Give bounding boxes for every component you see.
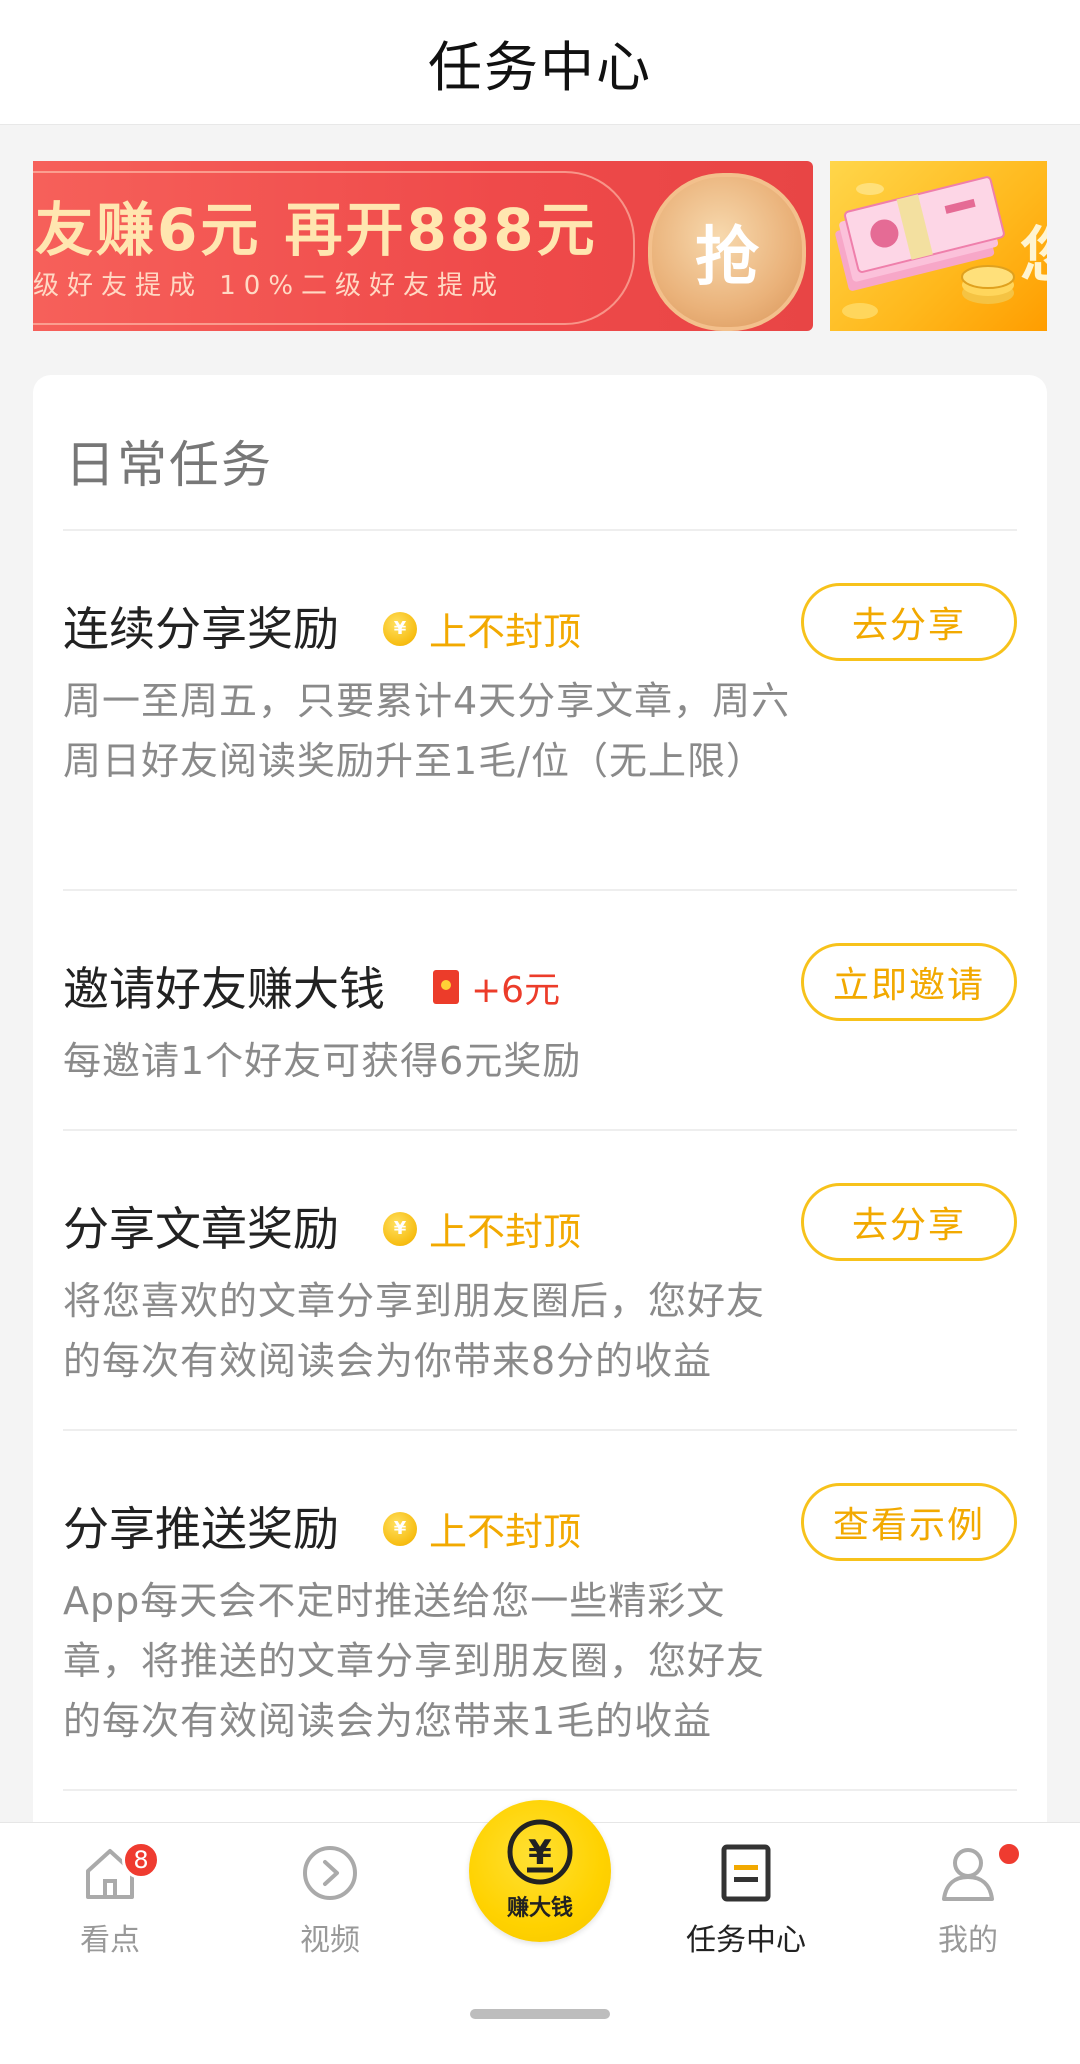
notification-badge: 8	[122, 1841, 160, 1879]
coin-icon: ¥	[383, 1511, 417, 1546]
svg-text:¥: ¥	[528, 1833, 552, 1873]
earn-money-label: 赚大钱	[506, 1896, 573, 1921]
banner-title: 友赚6元 再开888元	[35, 196, 598, 264]
tab-label: 看点	[80, 1923, 140, 1958]
invite-now-button[interactable]: 立即邀请	[801, 943, 1017, 1021]
reward-text: +6元	[471, 970, 561, 1011]
grab-button[interactable]: 抢	[648, 173, 806, 331]
reward-text: 上不封顶	[429, 610, 582, 654]
tab-video[interactable]: 视频	[240, 1843, 420, 1958]
reward-text: 上不封顶	[429, 1510, 582, 1554]
page-title: 任务中心	[428, 35, 652, 99]
divider	[63, 1129, 1017, 1131]
divider	[63, 1789, 1017, 1791]
divider	[63, 1429, 1017, 1431]
reward-badge: +6元	[433, 961, 560, 1013]
task-title: 邀请好友赚大钱	[63, 962, 385, 1016]
banner-carousel[interactable]: 友赚6元 再开888元 级好友提成 10%二级好友提成 抢 您	[33, 161, 1047, 331]
user-icon	[942, 1848, 994, 1901]
tab-profile[interactable]: 我的	[878, 1841, 1058, 1958]
go-share-button[interactable]: 去分享	[801, 1183, 1017, 1261]
task-description: 周一至周五，只要累计4天分享文章，周六周日好友阅读奖励升至1毛/位（无上限）	[63, 679, 791, 783]
home-indicator[interactable]	[470, 2009, 610, 2019]
top-bar: 任务中心	[0, 0, 1080, 125]
view-example-button[interactable]: 查看示例	[801, 1483, 1017, 1561]
invite-banner[interactable]: 友赚6元 再开888元 级好友提成 10%二级好友提成 抢	[33, 161, 813, 331]
play-circle-icon	[303, 1846, 357, 1900]
next-banner[interactable]: 您	[830, 161, 1047, 331]
reward-badge: ¥ 上不封顶	[383, 1501, 581, 1556]
notification-dot	[996, 1841, 1022, 1867]
daily-tasks-card: 日常任务 连续分享奖励 ¥ 上不封顶 周一至周五，只要累计4天分享文章，周六周日…	[33, 375, 1047, 1875]
task-description: App每天会不定时推送给您一些精彩文章，将推送的文章分享到朋友圈，您好友的每次有…	[63, 1579, 766, 1743]
coin-icon: ¥	[383, 611, 417, 646]
task-title: 连续分享奖励	[63, 602, 339, 656]
task-list-icon	[721, 1844, 771, 1902]
money-stack-icon	[835, 176, 1015, 319]
divider	[63, 889, 1017, 891]
task-title: 分享推送奖励	[63, 1502, 339, 1556]
task-description: 每邀请1个好友可获得6元奖励	[63, 1039, 582, 1083]
reward-badge: ¥ 上不封顶	[383, 601, 581, 656]
tab-label: 任务中心	[686, 1923, 806, 1958]
tab-label: 视频	[300, 1923, 360, 1958]
reward-text: 上不封顶	[429, 1210, 582, 1254]
coin-icon: ¥	[383, 1211, 417, 1246]
task-title: 分享文章奖励	[63, 1202, 339, 1256]
tab-label: 我的	[938, 1923, 998, 1958]
tab-home[interactable]: 8 看点	[20, 1841, 200, 1958]
section-title: 日常任务	[65, 436, 273, 494]
red-packet-icon	[433, 970, 459, 1004]
reward-badge: ¥ 上不封顶	[383, 1201, 581, 1256]
divider	[63, 529, 1017, 531]
earn-money-button[interactable]: ¥ 赚大钱	[469, 1800, 611, 1942]
task-description: 将您喜欢的文章分享到朋友圈后，您好友的每次有效阅读会为你带来8分的收益	[63, 1279, 766, 1383]
go-share-button[interactable]: 去分享	[801, 583, 1017, 661]
yuan-coin-icon: ¥	[507, 1819, 573, 1885]
banner-subtitle: 级好友提成 10%二级好友提成	[33, 271, 506, 301]
next-banner-text: 您	[1020, 207, 1047, 294]
tab-task-center[interactable]: 任务中心	[656, 1843, 836, 1958]
